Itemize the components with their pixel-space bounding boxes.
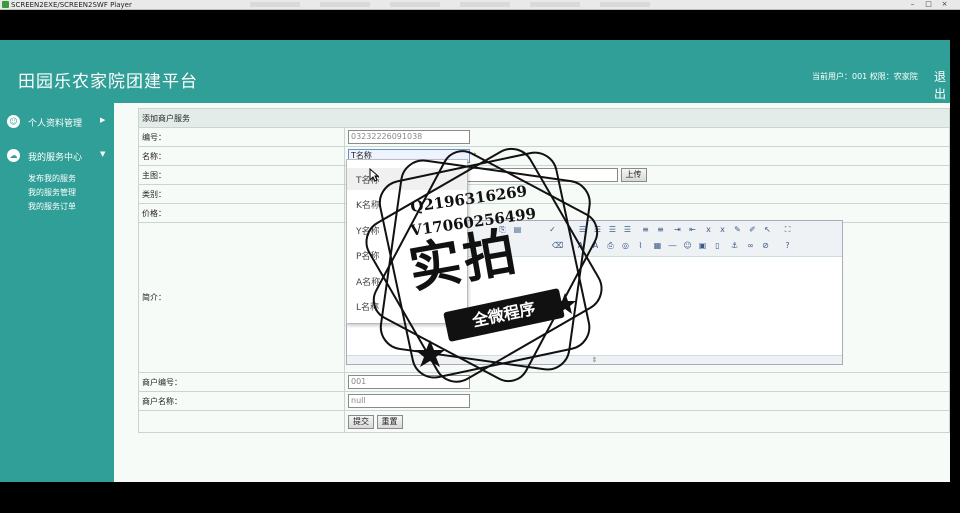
star-icon	[415, 340, 445, 367]
chevron-right-icon: ▶	[100, 116, 106, 124]
superscript-icon[interactable]: x	[717, 225, 728, 235]
user-info: 当前用户：001 权限：农家院	[812, 72, 918, 81]
attachment-icon[interactable]: ⌇	[635, 241, 646, 251]
pagebreak-icon[interactable]: ▯	[712, 241, 723, 251]
link-icon[interactable]: ∞	[745, 241, 756, 251]
hr-icon[interactable]: ―	[667, 241, 678, 251]
cloud-icon: ☁	[7, 149, 20, 162]
code-label: 编号：	[138, 127, 345, 147]
actions-spacer	[138, 410, 345, 433]
player-app-icon	[2, 1, 9, 8]
unlink-icon[interactable]: ⊘	[760, 241, 771, 251]
outdent-icon[interactable]: ⇤	[687, 225, 698, 235]
code-field[interactable]: 03232226091038	[348, 130, 470, 144]
blurred-taskbar-tabs	[250, 2, 670, 7]
restore-button[interactable]: □	[924, 1, 933, 8]
merchant-name-field[interactable]: null	[348, 394, 470, 408]
emoticon-icon[interactable]: ☺	[682, 241, 693, 251]
fullscreen-icon[interactable]: ⛶	[782, 225, 793, 235]
sidebar-item-manage-services[interactable]: 我的服务管理	[28, 187, 76, 198]
intro-label: 简介：	[138, 222, 345, 373]
sidebar-group-label: 我的服务中心	[28, 153, 83, 163]
sidebar-item-publish-service[interactable]: 发布我的服务	[28, 173, 76, 184]
mouse-cursor-icon	[369, 168, 379, 182]
help-icon[interactable]: ?	[782, 241, 793, 251]
name-label: 名称：	[138, 146, 345, 166]
sidebar-item-service-orders[interactable]: 我的服务订单	[28, 201, 76, 212]
minimize-button[interactable]: –	[908, 1, 917, 8]
close-button[interactable]: ×	[940, 1, 949, 8]
sidebar: ☺ 个人资料管理 ▶ ☁ 我的服务中心 ▼ 发布我的服务 我的服务管理 我的服务…	[0, 103, 114, 482]
player-title: SCREEN2EXE/SCREEN2SWF Player	[11, 1, 132, 9]
clear-format-icon[interactable]: ✎	[732, 225, 743, 235]
merchant-code-label: 商户编号：	[138, 372, 345, 392]
section-title: 添加商户服务	[138, 108, 950, 128]
logout-link[interactable]: 退出	[934, 68, 950, 102]
indent-icon[interactable]: ⇥	[672, 225, 683, 235]
user-icon: ☺	[7, 115, 20, 128]
subscript-icon[interactable]: x	[703, 225, 714, 235]
ordered-list-icon[interactable]: ≡	[640, 225, 651, 235]
preview-icon[interactable]: ◎	[620, 241, 631, 251]
header: 田园乐农家院团建平台 当前用户：001 权限：农家院 退出	[0, 40, 950, 103]
unordered-list-icon[interactable]: ≡	[655, 225, 666, 235]
align-justify-icon[interactable]: ☰	[622, 225, 633, 235]
sidebar-group-profile[interactable]: ☺ 个人资料管理 ▶	[0, 112, 114, 132]
image-icon[interactable]: ▣	[697, 241, 708, 251]
select-all-icon[interactable]: ↖	[762, 225, 773, 235]
sidebar-group-label: 个人资料管理	[28, 119, 83, 129]
image-label: 主图：	[138, 165, 345, 185]
category-label: 类别：	[138, 184, 345, 204]
sidebar-group-services[interactable]: ☁ 我的服务中心 ▼	[0, 146, 114, 166]
price-label: 价格：	[138, 203, 345, 223]
chevron-down-icon: ▼	[100, 150, 106, 158]
upload-button[interactable]: 上传	[620, 168, 647, 182]
format-brush-icon[interactable]: ✐	[747, 225, 758, 235]
reset-button[interactable]: 重置	[376, 414, 403, 429]
anchor-icon[interactable]: ⚓	[729, 241, 740, 251]
table-icon[interactable]: ▦	[652, 241, 663, 251]
merchant-name-label: 商户名称：	[138, 391, 345, 411]
app-title: 田园乐农家院团建平台	[18, 72, 198, 92]
submit-button[interactable]: 提交	[348, 414, 374, 429]
player-title-bar: SCREEN2EXE/SCREEN2SWF Player – □ ×	[0, 0, 960, 10]
